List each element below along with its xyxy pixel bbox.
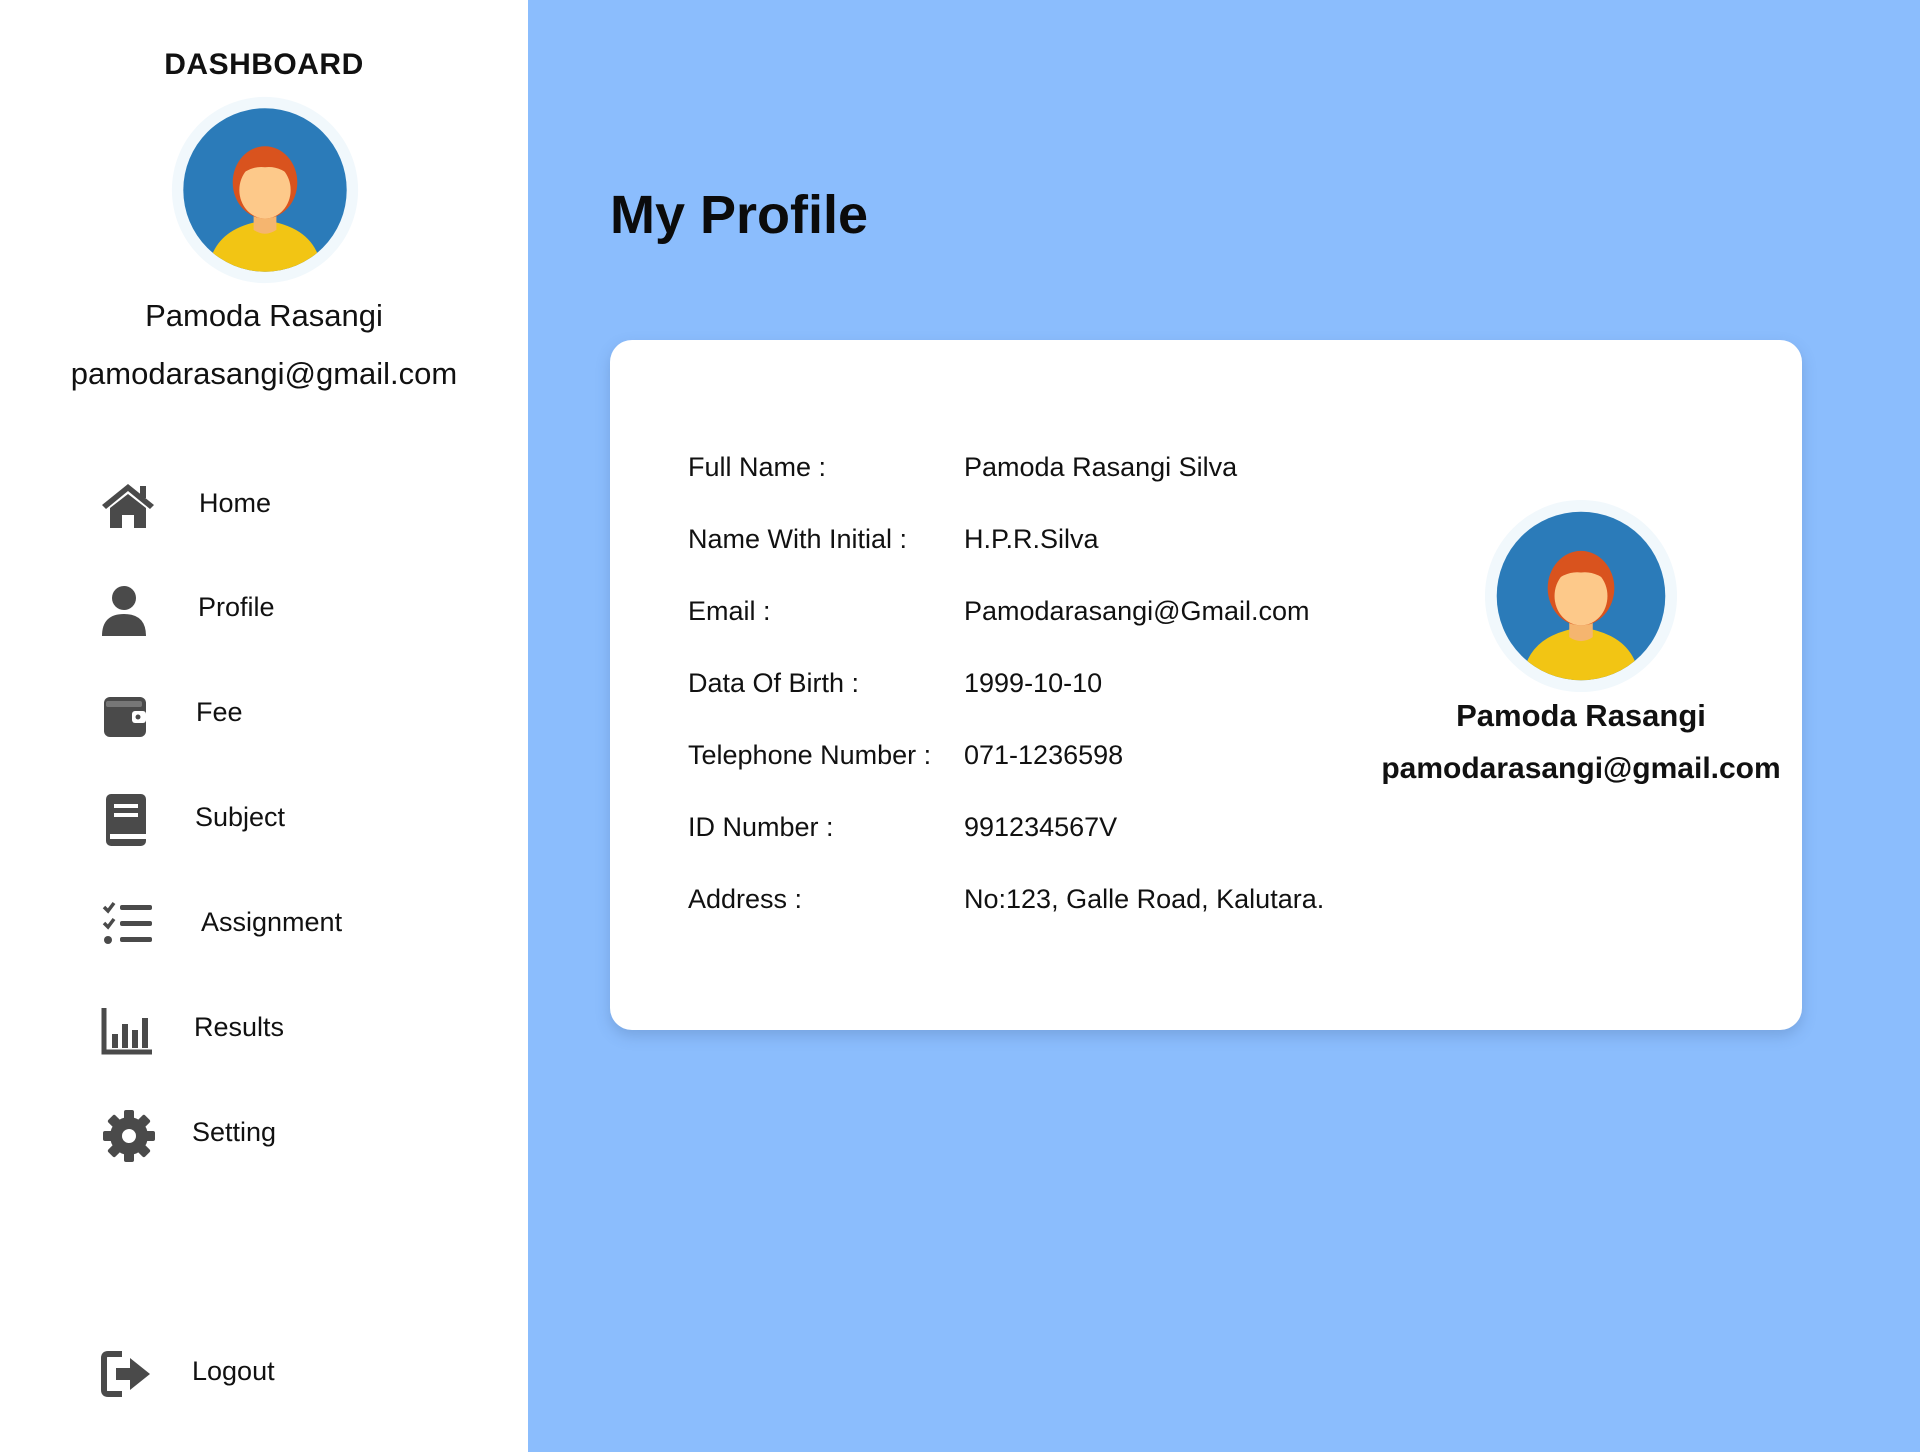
profile-row-full-name: Full Name : Pamoda Rasangi Silva (688, 452, 1388, 492)
field-label: Full Name : (688, 452, 827, 482)
sidebar-user-name: Pamoda Rasangi (145, 298, 383, 333)
bar-chart-icon (101, 1008, 152, 1055)
sidebar-item-label: Setting (192, 1117, 277, 1147)
sidebar-item-label: Subject (195, 802, 286, 832)
user-icon (102, 586, 146, 636)
sidebar-user-email: pamodarasangi@gmail.com (70, 356, 458, 391)
sidebar-item-profile[interactable]: Profile (96, 578, 476, 642)
sidebar-item-subject[interactable]: Subject (96, 788, 476, 852)
profile-row-date-of-birth: Data Of Birth : 1999-10-10 (688, 668, 1388, 708)
sidebar-item-label: Fee (196, 697, 243, 727)
gear-icon (103, 1110, 155, 1162)
field-value: 071-1236598 (964, 740, 1124, 770)
sidebar-item-home[interactable]: Home (96, 474, 476, 538)
field-label: Name With Initial : (688, 524, 908, 554)
avatar (170, 95, 360, 285)
sidebar-item-fee[interactable]: Fee (96, 683, 476, 747)
wallet-icon (104, 697, 146, 737)
field-value: 1999-10-10 (964, 668, 1103, 698)
profile-row-name-with-initial: Name With Initial : H.P.R.Silva (688, 524, 1388, 564)
sidebar-item-label: Home (199, 488, 272, 518)
field-value: Pamoda Rasangi Silva (964, 452, 1238, 482)
dashboard-title: DASHBOARD (164, 48, 364, 81)
sidebar-item-label: Results (194, 1012, 285, 1042)
profile-name: Pamoda Rasangi (1456, 698, 1706, 733)
sidebar: DASHBOARD Pamoda Rasangi pamodarasangi@g… (0, 0, 528, 1452)
sidebar-item-label: Profile (198, 592, 275, 622)
profile-row-id-number: ID Number : 991234567V (688, 812, 1388, 852)
logout-icon (101, 1351, 150, 1397)
profile-email: pamodarasangi@gmail.com (1381, 752, 1781, 785)
home-icon (102, 484, 154, 528)
field-value: Pamodarasangi@Gmail.com (964, 596, 1310, 626)
field-label: Data Of Birth : (688, 668, 860, 698)
field-label: Telephone Number : (688, 740, 932, 770)
checklist-icon (102, 901, 152, 944)
field-label: Address : (688, 884, 803, 914)
field-value: 991234567V (964, 812, 1118, 842)
sidebar-item-results[interactable]: Results (96, 998, 476, 1062)
logout-label: Logout (192, 1356, 275, 1386)
book-icon (106, 794, 146, 846)
sidebar-item-setting[interactable]: Setting (96, 1103, 476, 1167)
sidebar-item-assignment[interactable]: Assignment (96, 893, 476, 957)
field-value: No:123, Galle Road, Kalutara. (964, 884, 1325, 914)
profile-row-email: Email : Pamodarasangi@Gmail.com (688, 596, 1388, 636)
page-title: My Profile (610, 185, 869, 245)
logout-button[interactable]: Logout (96, 1342, 476, 1406)
field-label: ID Number : (688, 812, 834, 842)
field-label: Email : (688, 596, 771, 626)
profile-row-address: Address : No:123, Galle Road, Kalutara. (688, 884, 1388, 924)
profile-card: Full Name : Pamoda Rasangi Silva Name Wi… (610, 340, 1802, 1030)
profile-avatar (1483, 498, 1679, 694)
profile-row-telephone: Telephone Number : 071-1236598 (688, 740, 1388, 780)
app-root: DASHBOARD Pamoda Rasangi pamodarasangi@g… (0, 0, 1920, 1452)
field-value: H.P.R.Silva (964, 524, 1099, 554)
sidebar-item-label: Assignment (201, 907, 343, 937)
